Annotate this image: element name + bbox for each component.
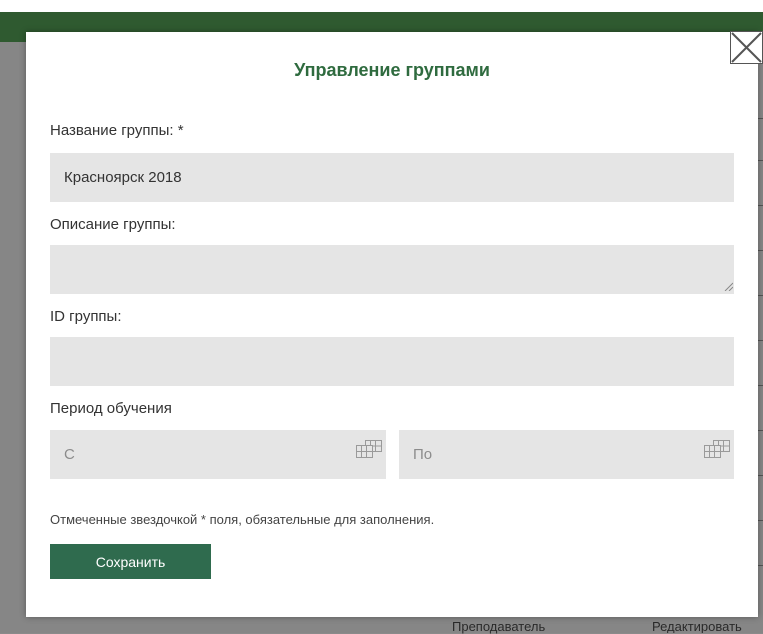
background-top-strip <box>0 0 763 12</box>
manage-groups-dialog: Управление группами Название группы: * О… <box>26 32 758 617</box>
resize-grip-icon[interactable] <box>723 281 733 291</box>
group-id-input[interactable] <box>50 337 734 386</box>
save-button[interactable]: Сохранить <box>50 544 211 579</box>
background-column-edit: Редактировать <box>652 620 742 633</box>
group-name-label: Название группы: * <box>50 122 184 139</box>
calendar-icon[interactable] <box>356 440 382 460</box>
period-to-input[interactable] <box>399 430 659 479</box>
period-from-field[interactable] <box>50 430 386 479</box>
group-id-label: ID группы: <box>50 308 122 325</box>
close-icon[interactable] <box>730 31 763 64</box>
study-period-label: Период обучения <box>50 400 172 417</box>
required-fields-note: Отмеченные звездочкой * поля, обязательн… <box>50 512 435 527</box>
dialog-title: Управление группами <box>294 60 490 80</box>
period-from-input[interactable] <box>50 430 310 479</box>
period-to-field[interactable] <box>399 430 734 479</box>
group-description-textarea[interactable] <box>50 245 734 294</box>
calendar-icon[interactable] <box>704 440 730 460</box>
background-column-teacher: Преподаватель <box>452 619 546 634</box>
group-description-label: Описание группы: <box>50 216 176 233</box>
group-name-input[interactable] <box>50 153 734 202</box>
